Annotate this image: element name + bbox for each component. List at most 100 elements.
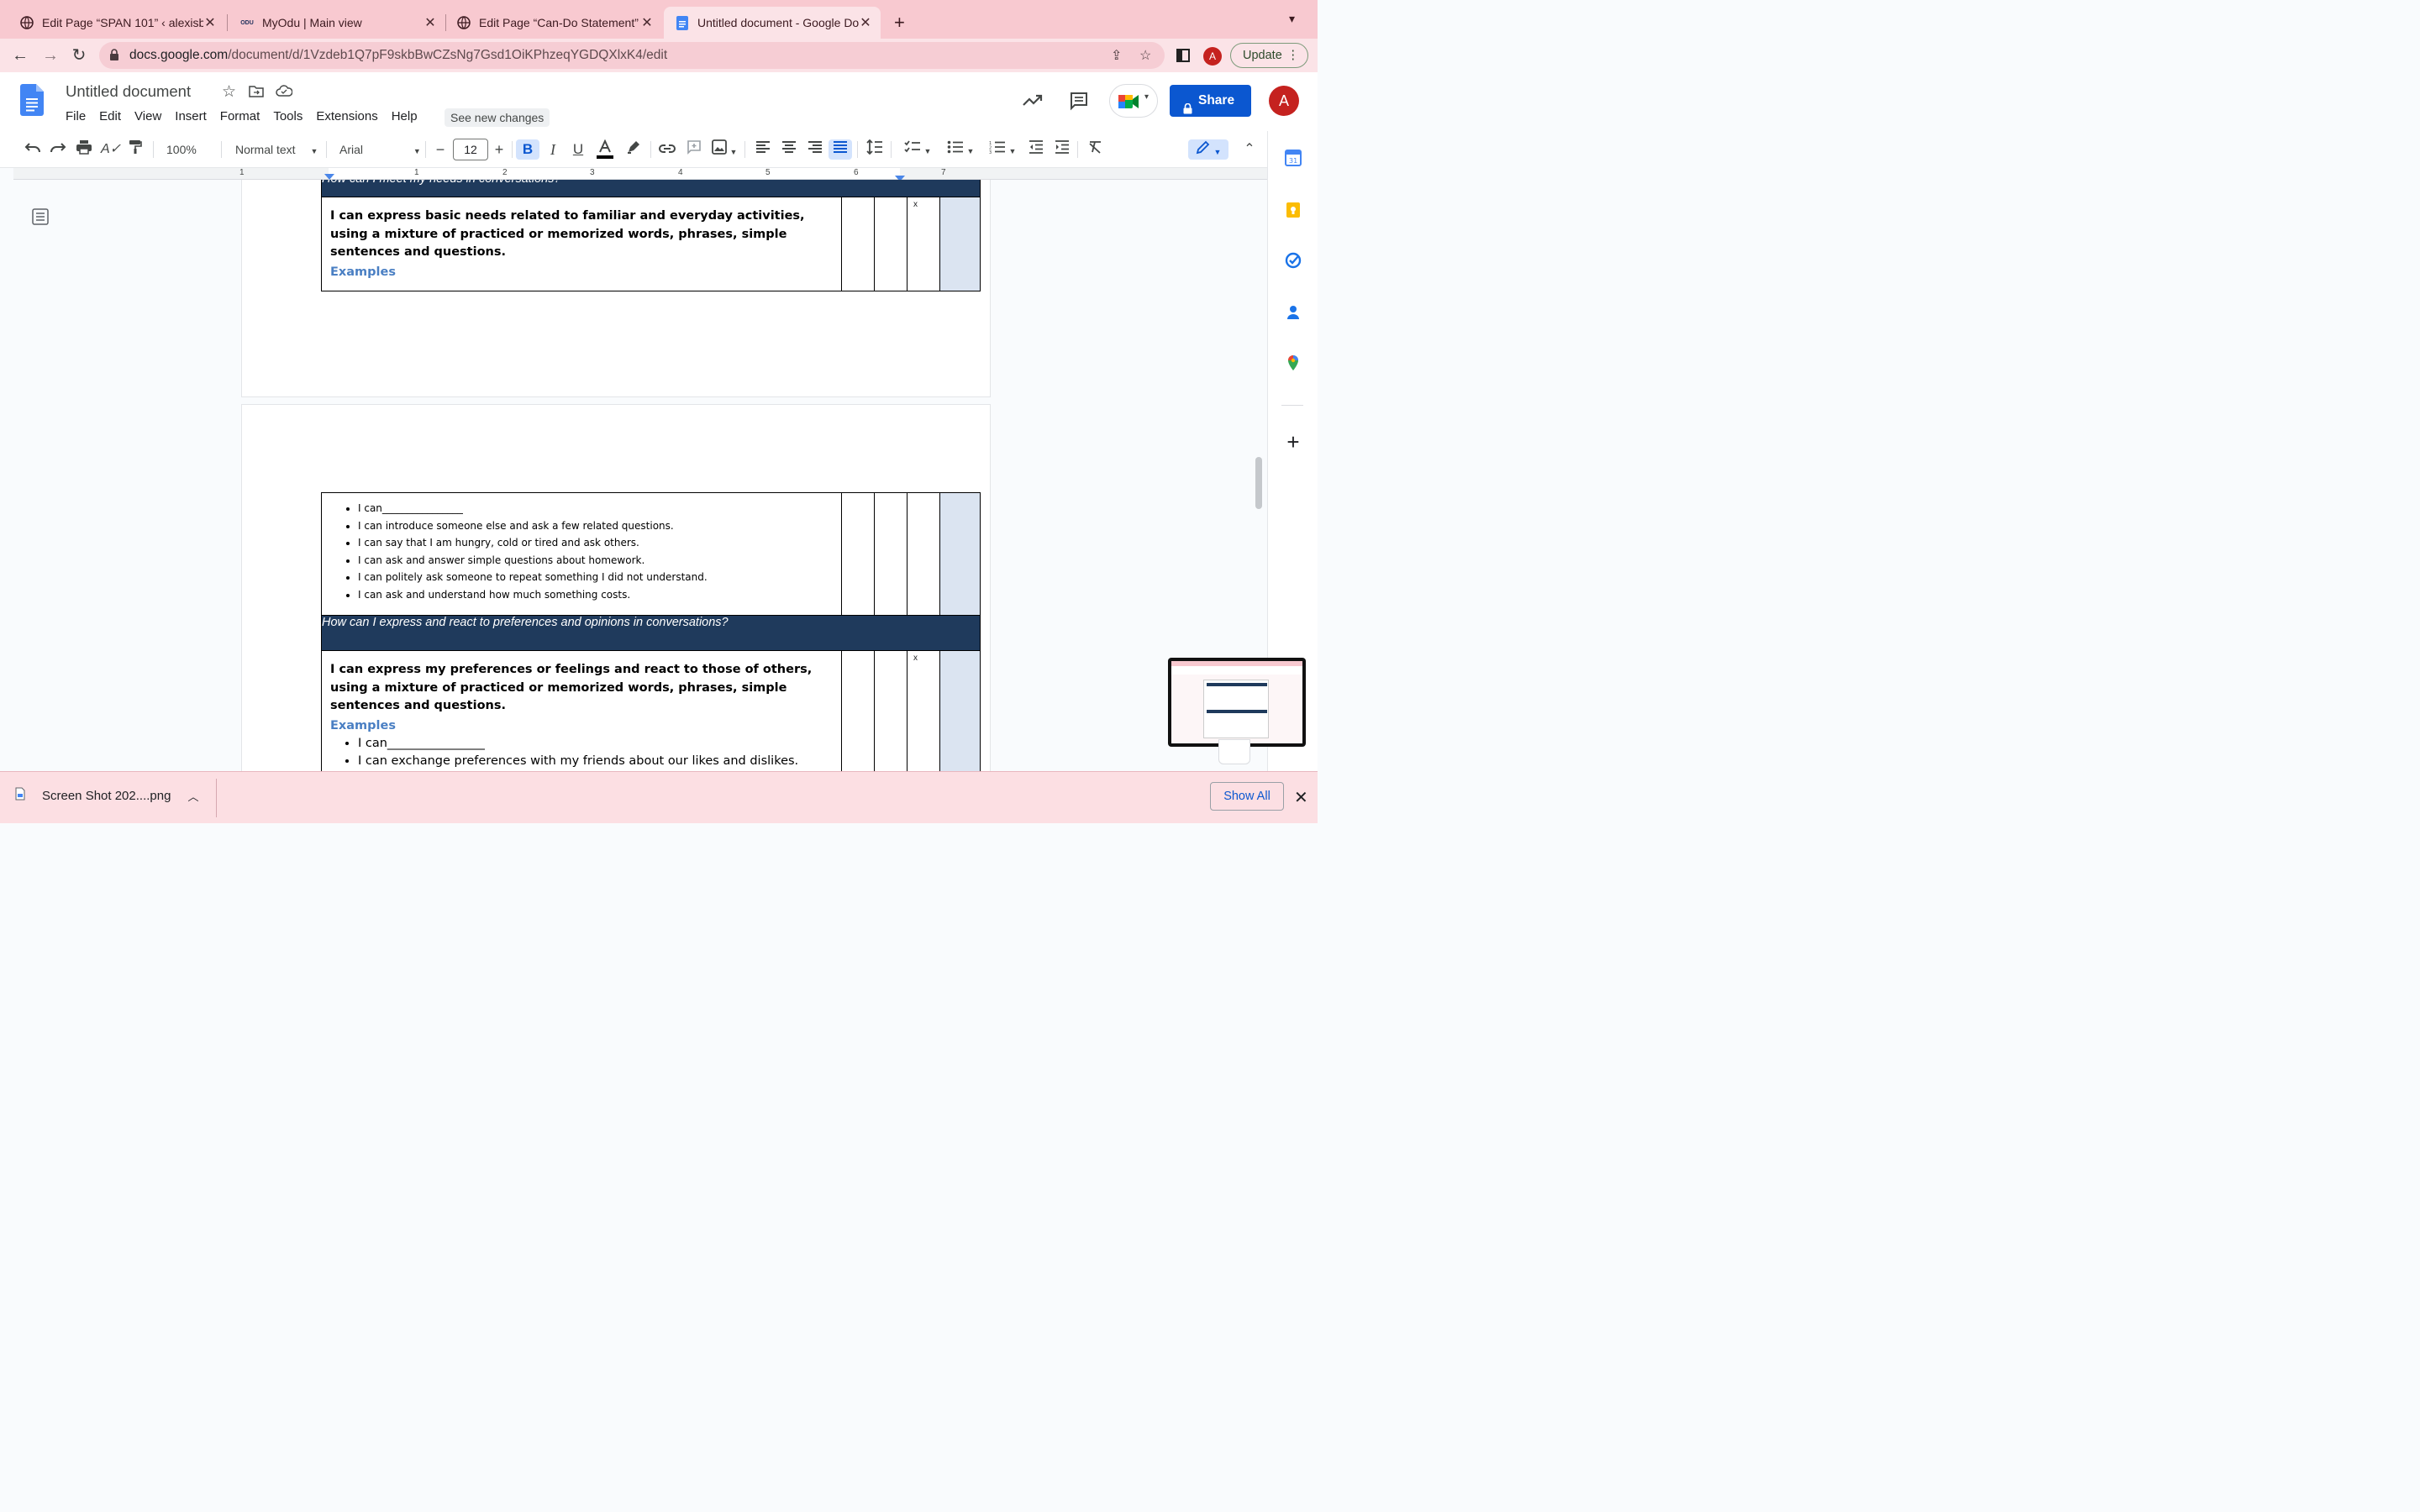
forward-button[interactable]: →: [40, 45, 60, 66]
menu-edit[interactable]: Edit: [99, 109, 128, 123]
cloud-icon[interactable]: [276, 85, 293, 101]
rating-cell-shaded[interactable]: [939, 197, 981, 291]
spellcheck-icon[interactable]: A✓: [101, 139, 121, 160]
back-button[interactable]: ←: [10, 45, 30, 66]
avatar[interactable]: A: [1269, 86, 1299, 116]
rating-cell[interactable]: [841, 492, 875, 616]
close-icon[interactable]: ✕: [640, 14, 654, 31]
rating-cell[interactable]: [874, 492, 908, 616]
chevron-up-icon[interactable]: ︿: [187, 788, 198, 804]
reload-button[interactable]: ↻: [69, 45, 89, 66]
menu-format[interactable]: Format: [220, 109, 267, 123]
line-spacing-icon[interactable]: [865, 139, 885, 160]
chevron-down-icon[interactable]: ▾: [1289, 12, 1295, 26]
print-icon[interactable]: [75, 139, 93, 160]
decrease-font-size-button[interactable]: −: [431, 139, 450, 160]
zoom-select[interactable]: 100% ▼: [161, 139, 217, 176]
redo-icon[interactable]: [49, 139, 67, 160]
undo-icon[interactable]: [24, 139, 42, 160]
plus-icon[interactable]: +: [1285, 431, 1302, 453]
justify-icon[interactable]: [829, 139, 852, 160]
star-icon[interactable]: ☆: [1139, 47, 1151, 64]
share-page-icon[interactable]: ⇪: [1111, 47, 1122, 64]
menu-help[interactable]: Help: [392, 109, 424, 123]
tab-untitled-document[interactable]: Untitled document - Google Do ✕: [664, 7, 881, 39]
move-icon[interactable]: [249, 85, 264, 102]
rating-cell[interactable]: [841, 197, 875, 291]
tab-span-101[interactable]: Edit Page “SPAN 101” ‹ alexisb ✕: [8, 7, 225, 39]
rating-cell-shaded[interactable]: [939, 650, 981, 771]
paragraph-style-select[interactable]: Normal text ▼: [230, 139, 321, 160]
align-left-icon[interactable]: [753, 139, 773, 160]
underline-icon[interactable]: U: [568, 139, 588, 160]
align-center-icon[interactable]: [779, 139, 799, 160]
maps-icon[interactable]: [1285, 354, 1302, 371]
comment-icon[interactable]: [1069, 91, 1089, 115]
increase-font-size-button[interactable]: +: [490, 139, 508, 160]
side-panel-icon[interactable]: [1176, 49, 1190, 62]
show-all-button[interactable]: Show All: [1210, 782, 1284, 811]
see-new-changes-link[interactable]: See new changes: [445, 108, 550, 127]
rating-cell[interactable]: [874, 650, 908, 771]
menu-insert[interactable]: Insert: [175, 109, 213, 123]
address-bar[interactable]: docs.google.com/document/d/1Vzdeb1Q7pF9s…: [99, 42, 1165, 69]
rating-cell[interactable]: [907, 492, 940, 616]
increase-indent-icon[interactable]: [1052, 139, 1072, 160]
rating-cell[interactable]: [874, 197, 908, 291]
font-size-input[interactable]: 12: [453, 139, 488, 160]
menu-tools[interactable]: Tools: [273, 109, 309, 123]
update-button[interactable]: Update ⋮: [1230, 43, 1308, 68]
bullet-list-icon[interactable]: ▼: [943, 139, 978, 160]
screenshot-thumbnail[interactable]: [1168, 658, 1306, 747]
tasks-icon[interactable]: [1285, 252, 1302, 269]
close-icon[interactable]: ✕: [1294, 787, 1308, 808]
tab-can-do-statement[interactable]: Edit Page “Can-Do Statement” ✕: [445, 7, 662, 39]
collapse-icon[interactable]: ⌃: [1240, 139, 1259, 160]
docs-icon[interactable]: [20, 84, 44, 116]
star-icon[interactable]: ☆: [222, 82, 236, 102]
close-icon[interactable]: ✕: [424, 14, 437, 31]
text-color-icon[interactable]: [594, 139, 616, 160]
outline-icon[interactable]: [32, 208, 49, 229]
highlight-icon[interactable]: [623, 139, 644, 160]
tab-myodu[interactable]: ODU MyOdu | Main view ✕: [229, 7, 445, 39]
rating-cell-shaded[interactable]: [939, 492, 981, 616]
rating-cell[interactable]: x: [907, 650, 940, 771]
paint-format-icon[interactable]: [126, 139, 145, 160]
align-right-icon[interactable]: [805, 139, 825, 160]
font-select[interactable]: Arial ▼: [334, 139, 422, 160]
ruler-number: 1: [239, 168, 245, 177]
meet-button[interactable]: ▾: [1109, 84, 1158, 118]
rating-cell[interactable]: [841, 650, 875, 771]
vertical-scrollbar[interactable]: [1255, 457, 1262, 509]
link-icon[interactable]: [657, 139, 677, 160]
menu-file[interactable]: File: [66, 109, 92, 123]
new-tab-button[interactable]: +: [894, 12, 905, 34]
close-icon[interactable]: ✕: [859, 14, 872, 31]
checklist-icon[interactable]: ▼: [899, 139, 936, 160]
decrease-indent-icon[interactable]: [1026, 139, 1046, 160]
zoom-value: 100%: [166, 143, 197, 156]
menu-view[interactable]: View: [134, 109, 168, 123]
numbered-list-icon[interactable]: 123 ▼: [985, 139, 1020, 160]
toolbar-separator: [153, 141, 154, 158]
contacts-icon[interactable]: [1285, 304, 1302, 321]
rating-cell[interactable]: x: [907, 197, 940, 291]
keep-icon[interactable]: [1285, 202, 1302, 218]
menu-extensions[interactable]: Extensions: [316, 109, 384, 123]
chat-button[interactable]: [1218, 739, 1250, 764]
image-icon[interactable]: ▼: [708, 139, 740, 160]
trend-icon[interactable]: [1022, 92, 1044, 112]
clear-format-icon[interactable]: [1086, 139, 1106, 160]
italic-icon[interactable]: I: [543, 139, 563, 160]
download-item[interactable]: Screen Shot 202....png ︿: [15, 787, 198, 804]
bold-icon[interactable]: B: [516, 139, 539, 160]
edit-mode-icon[interactable]: ▼: [1188, 139, 1228, 160]
share-button[interactable]: Share: [1170, 85, 1251, 117]
document-title[interactable]: Untitled document: [66, 82, 191, 101]
avatar[interactable]: A: [1203, 47, 1222, 66]
add-comment-icon[interactable]: [684, 139, 704, 160]
close-icon[interactable]: ✕: [203, 14, 217, 31]
calendar-icon[interactable]: 31: [1285, 150, 1302, 166]
url-text: docs.google.com/document/d/1Vzdeb1Q7pF9s…: [129, 48, 667, 63]
